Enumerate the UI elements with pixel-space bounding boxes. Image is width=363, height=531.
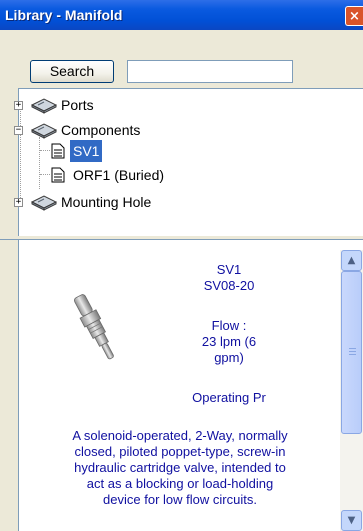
tree-item-label: Components [61, 122, 141, 138]
collapse-icon[interactable]: − [14, 126, 23, 135]
book-icon [31, 195, 57, 211]
title-bar[interactable]: Library - Manifold × [0, 0, 363, 30]
operating-pressure-label: Operating Pr [192, 390, 266, 405]
scroll-up-button[interactable]: ▲ [341, 250, 362, 271]
grip-line [349, 351, 356, 352]
description-line: A solenoid-operated, 2-Way, normally [72, 428, 288, 443]
description: A solenoid-operated, 2-Way, normally clo… [21, 428, 339, 508]
detail-panel: SV1 SV08-20 Flow : 23 lpm (6 gpm) Operat… [18, 240, 363, 531]
flow-label: Flow : [211, 318, 247, 333]
book-icon [31, 123, 57, 139]
component-model: SV08-20 [203, 278, 255, 293]
component-name: SV1 [216, 262, 242, 277]
grip-line [349, 348, 356, 349]
flow-value-line1: 23 lpm (6 [201, 334, 257, 349]
close-button[interactable]: × [345, 6, 363, 26]
document-icon [51, 143, 65, 159]
search-button[interactable]: Search [30, 60, 114, 83]
scroll-thumb[interactable] [341, 271, 362, 434]
flow-value-line2: gpm) [214, 350, 244, 365]
valve-image [73, 294, 114, 360]
search-area: Search [0, 30, 363, 88]
tree-item-mounting-hole[interactable]: + Mounting Hole [14, 191, 239, 213]
description-line: hydraulic cartridge valve, intended to [74, 460, 286, 475]
tree-item-label: SV1 [70, 140, 103, 162]
book-icon [31, 98, 57, 114]
grip-line [349, 354, 356, 355]
tree-item-label: ORF1 (Buried) [73, 167, 165, 183]
vertical-scrollbar[interactable]: ▲ ▼ [340, 250, 363, 531]
tree-connector [39, 137, 40, 189]
expand-icon[interactable]: + [14, 101, 23, 110]
tree-item-label: Ports [61, 97, 94, 113]
tree-item-ports[interactable]: + Ports [14, 94, 219, 116]
tree-item-components[interactable]: − Components [14, 119, 219, 141]
document-icon [51, 167, 65, 183]
tree-item-label: Mounting Hole [61, 194, 152, 210]
search-input[interactable] [127, 60, 293, 83]
library-tree: + Ports − Components SV1 ORF1 (Buried) +… [14, 88, 363, 236]
scroll-down-button[interactable]: ▼ [341, 510, 362, 531]
description-line: device for low flow circuits. [103, 492, 257, 507]
window-title: Library - Manifold [5, 7, 123, 23]
description-line: act as a blocking or load-holding [86, 476, 274, 491]
tree-item-sv1[interactable]: SV1 [49, 140, 169, 162]
library-window: Library - Manifold × Search + Ports − Co… [0, 0, 363, 531]
tree-item-orf1[interactable]: ORF1 (Buried) [49, 164, 249, 186]
description-line: closed, piloted poppet-type, screw-in [74, 444, 286, 459]
expand-icon[interactable]: + [14, 198, 23, 207]
